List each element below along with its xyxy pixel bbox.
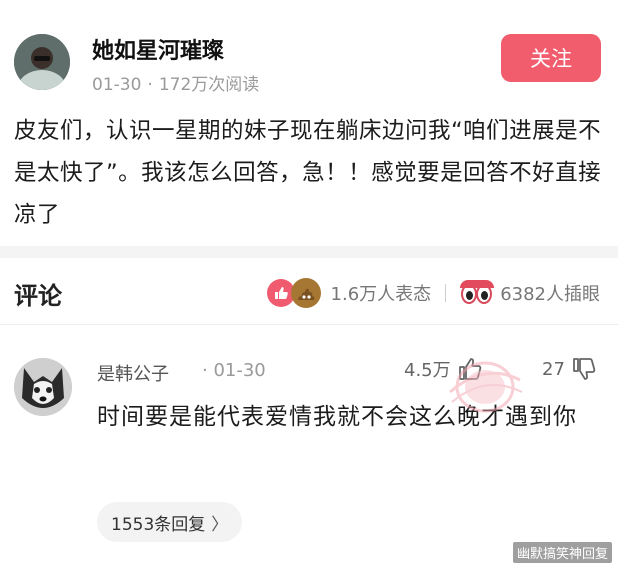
- replies-count: 1553条回复: [111, 514, 206, 535]
- post-body: 皮友们，认识一星期的妹子现在躺床边问我“咱们进展是不是太快了”。我该怎么回答，急…: [14, 118, 602, 228]
- poop-emoji-icon: [290, 278, 321, 308]
- thumb-down-icon: [573, 358, 596, 380]
- comment-dislike-button[interactable]: 27: [542, 356, 597, 382]
- commenter-avatar[interactable]: [14, 358, 72, 416]
- reactions-divider: [445, 284, 447, 302]
- comments-divider: [0, 324, 618, 325]
- comments-bar: 评论 1.6万人表态 6382人插眼: [0, 262, 618, 322]
- reaction-icons: [266, 277, 325, 309]
- comments-title: 评论: [14, 282, 62, 310]
- commenter-name[interactable]: 是韩公子: [97, 360, 169, 386]
- follow-button[interactable]: 关注: [501, 34, 601, 82]
- post-meta: 01-30 · 172万次阅读: [92, 70, 259, 95]
- reactions-summary[interactable]: 1.6万人表态 6382人插眼: [266, 277, 600, 309]
- chevron-right-icon: 〉: [211, 514, 229, 535]
- meta-separator: ·: [147, 75, 153, 95]
- eyes-emoji-icon: [460, 278, 495, 308]
- comment-dislike-count: 27: [542, 358, 565, 380]
- section-divider: [0, 246, 618, 258]
- god-comment-stamp-icon: [449, 361, 523, 413]
- reactions-count: 1.6万人表态: [330, 284, 432, 305]
- post-views: 172万次阅读: [158, 75, 260, 95]
- post-date: 01-30: [92, 75, 142, 95]
- poke-count: 6382人插眼: [500, 284, 600, 305]
- watermark: 幽默搞笑神回复: [512, 542, 612, 563]
- comment-date: · 01-30: [202, 360, 266, 381]
- author-name[interactable]: 她如星河璀璨: [92, 33, 224, 65]
- post-header: 她如星河璀璨 01-30 · 172万次阅读 关注: [0, 0, 618, 100]
- author-avatar[interactable]: [14, 34, 70, 90]
- view-replies-button[interactable]: 1553条回复〉: [97, 502, 243, 542]
